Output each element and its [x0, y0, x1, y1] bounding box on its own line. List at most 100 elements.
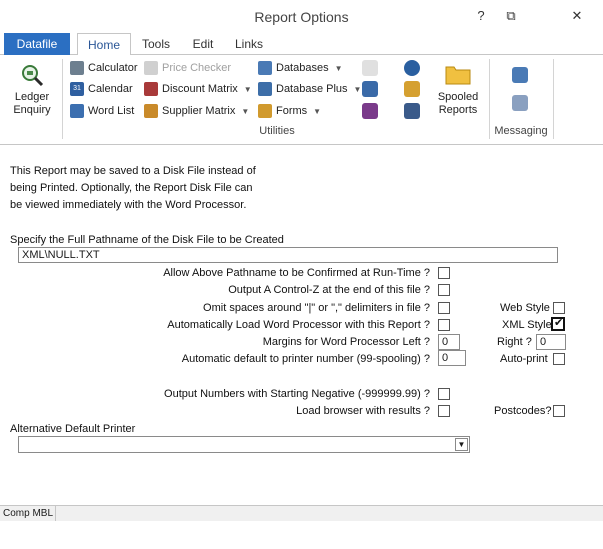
price-checker-button[interactable]: Price Checker [144, 59, 231, 77]
intro-text-1: This Report may be saved to a Disk File … [10, 165, 256, 177]
control-z-checkbox[interactable] [438, 284, 450, 296]
database-plus-button[interactable]: Database Plus ▼ [258, 80, 361, 98]
list-icon[interactable] [362, 81, 378, 97]
eraser-icon[interactable] [362, 60, 378, 76]
tab-links[interactable]: Links [228, 33, 270, 56]
title-bar: Report Options ? ⧉ ✕ [0, 0, 603, 33]
utilities-group-label: Utilities [259, 125, 295, 137]
supplier-matrix-label: Supplier Matrix [162, 105, 236, 117]
margin-right-input[interactable]: 0 [536, 334, 566, 350]
xml-style-checkbox[interactable] [551, 316, 565, 331]
load-browser-checkbox[interactable] [438, 405, 450, 417]
ledger-label-1: Ledger [14, 91, 50, 103]
forms-button[interactable]: Forms ▼ [258, 102, 321, 120]
ribbon-tab-row: Datafile Home Tools Edit Links [0, 33, 603, 56]
supplier-matrix-button[interactable]: Supplier Matrix ▼ [144, 102, 249, 120]
discount-matrix-button[interactable]: Discount Matrix ▼ [144, 80, 252, 98]
spooled-reports-button[interactable]: Spooled Reports [432, 63, 484, 117]
discount-matrix-label: Discount Matrix [162, 83, 238, 95]
intro-text-2: being Printed. Optionally, the Report Di… [10, 182, 253, 194]
forms-icon [258, 104, 272, 118]
company-status: Comp MBL [0, 506, 56, 521]
chevron-down-icon[interactable]: ▼ [455, 438, 468, 451]
close-button[interactable]: ✕ [566, 6, 588, 26]
auto-load-checkbox[interactable] [438, 319, 450, 331]
checklist-icon[interactable] [362, 103, 378, 119]
printer-number-label: Automatic default to printer number (99-… [181, 353, 430, 365]
status-bar: Comp MBL [0, 505, 603, 521]
calendar-icon: 31 [70, 82, 84, 96]
word-list-label: Word List [88, 105, 135, 117]
web-style-checkbox[interactable] [553, 302, 565, 314]
tab-edit[interactable]: Edit [186, 33, 220, 56]
ribbon: Ledger Enquiry Calculator 31 Calendar Wo… [0, 55, 603, 145]
path-input[interactable]: XML\NULL.TXT [18, 247, 558, 263]
negative-numbers-checkbox[interactable] [438, 388, 450, 400]
messaging-group-label: Messaging [494, 125, 548, 137]
confirm-pathname-label: Allow Above Pathname to be Confirmed at … [163, 267, 430, 279]
envelope-icon[interactable] [512, 95, 528, 111]
magnifier-ledger-icon [22, 65, 44, 87]
ribbon-separator [62, 59, 63, 139]
help-button[interactable]: ? [470, 6, 492, 26]
send-message-icon[interactable] [512, 67, 528, 83]
alt-printer-label: Alternative Default Printer [10, 423, 136, 435]
spooled-label-1: Spooled [437, 91, 479, 103]
auto-load-label: Automatically Load Word Processor with t… [167, 319, 430, 331]
calculator-label: Calculator [88, 62, 138, 74]
load-browser-label: Load browser with results ? [296, 405, 430, 417]
intro-text-3: be viewed immediately with the Word Proc… [10, 199, 247, 211]
folder-icon [445, 66, 471, 85]
chevron-down-icon: ▼ [243, 84, 252, 94]
ledger-enquiry-button[interactable]: Ledger Enquiry [8, 63, 56, 117]
report-options-panel: This Report may be saved to a Disk File … [0, 146, 603, 504]
databases-icon [258, 61, 272, 75]
omit-spaces-label: Omit spaces around "|" or "," delimiters… [203, 302, 430, 314]
price-checker-icon [144, 61, 158, 75]
restore-button[interactable]: ⧉ [500, 6, 522, 26]
omit-spaces-checkbox[interactable] [438, 302, 450, 314]
chevron-down-icon: ▼ [353, 84, 362, 94]
postcodes-checkbox[interactable] [553, 405, 565, 417]
chevron-down-icon: ▼ [241, 106, 250, 116]
databases-label: Databases [276, 62, 329, 74]
margins-label: Margins for Word Processor Left ? [262, 336, 430, 348]
calculator-button[interactable]: Calculator [70, 59, 138, 77]
price-checker-label: Price Checker [162, 62, 232, 74]
control-z-label: Output A Control-Z at the end of this fi… [228, 284, 430, 296]
calendar-label: Calendar [88, 83, 133, 95]
tab-home[interactable]: Home [77, 33, 131, 56]
ribbon-separator [489, 59, 490, 139]
auto-print-checkbox[interactable] [553, 353, 565, 365]
report-options-window: Report Options ? ⧉ ✕ Datafile Home Tools… [0, 0, 603, 549]
web-style-label: Web Style [500, 302, 550, 314]
tab-tools[interactable]: Tools [136, 33, 176, 56]
xml-style-label: XML Style [502, 319, 552, 331]
ribbon-separator [553, 59, 554, 139]
alt-printer-select[interactable]: ▼ [18, 436, 470, 453]
calculator-icon [70, 61, 84, 75]
negative-numbers-label: Output Numbers with Starting Negative (-… [164, 388, 430, 400]
discount-matrix-icon [144, 82, 158, 96]
calendar-button[interactable]: 31 Calendar [70, 80, 133, 98]
coin-icon[interactable] [404, 81, 420, 97]
chevron-down-icon: ▼ [313, 106, 322, 116]
word-list-icon [70, 104, 84, 118]
globe-icon[interactable] [404, 60, 420, 76]
confirm-pathname-checkbox[interactable] [438, 267, 450, 279]
right-margin-label: Right ? [497, 336, 532, 348]
database-plus-label: Database Plus [276, 83, 348, 95]
word-list-button[interactable]: Word List [70, 102, 134, 120]
forms-label: Forms [276, 105, 308, 117]
auto-print-label: Auto-print [500, 353, 548, 365]
settings-icon[interactable] [404, 103, 420, 119]
printer-number-input[interactable]: 0 [438, 350, 466, 366]
tab-datafile[interactable]: Datafile [4, 33, 70, 55]
margin-left-input[interactable]: 0 [438, 334, 460, 350]
spooled-label-2: Reports [438, 104, 478, 116]
ledger-label-2: Enquiry [13, 104, 51, 116]
database-plus-icon [258, 82, 272, 96]
chevron-down-icon: ▼ [334, 63, 343, 73]
supplier-matrix-icon [144, 104, 158, 118]
databases-button[interactable]: Databases ▼ [258, 59, 343, 77]
